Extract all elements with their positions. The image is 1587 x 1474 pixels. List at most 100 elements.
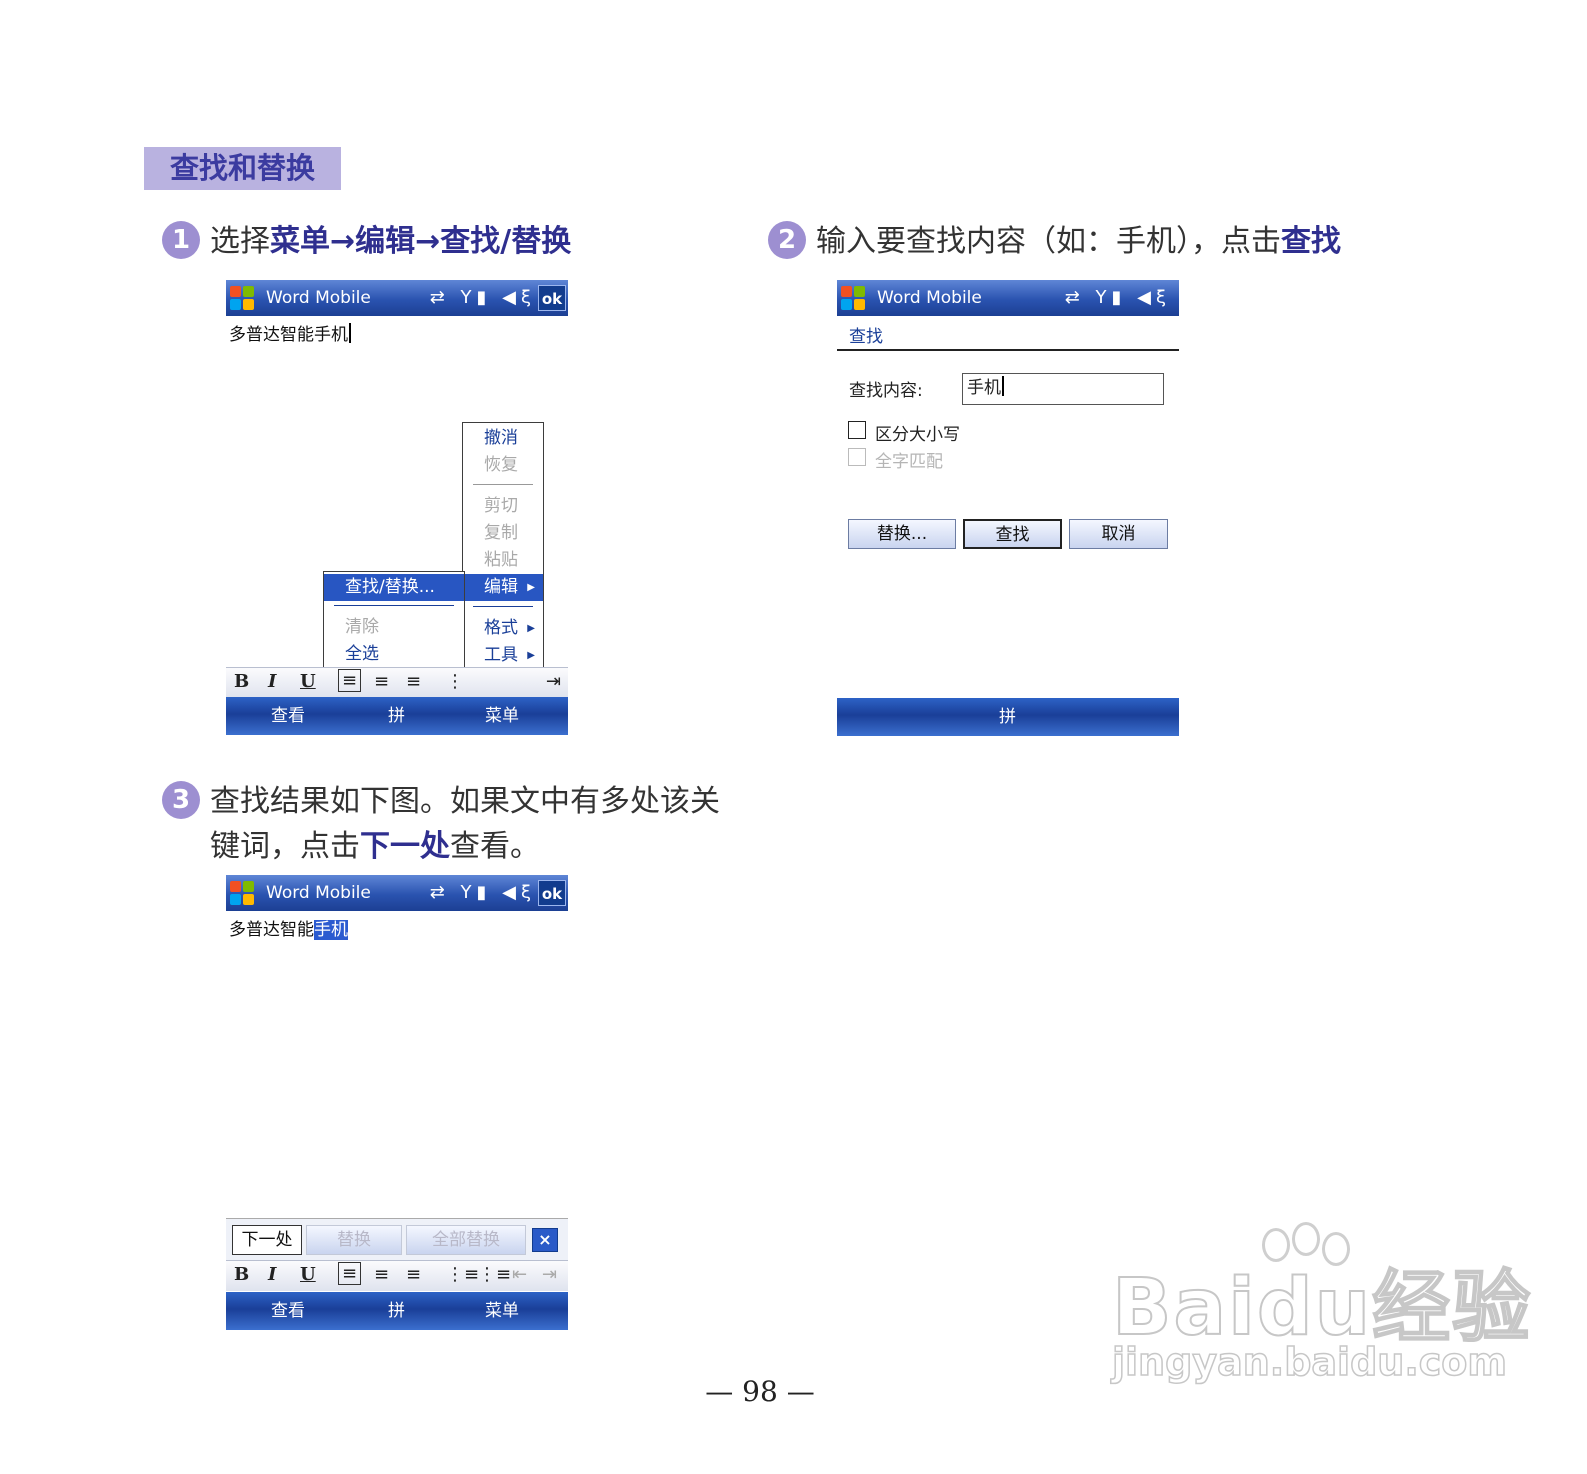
underline-button[interactable]: U [300,671,316,692]
step-3-line-2: 键词，点击下一处查看。 [210,825,540,869]
align-right-icon[interactable]: ≡ [406,671,421,692]
step-2-text: 输入要查找内容（如：手机），点击 [816,224,1281,259]
screen-3-bottom: 下一处 替换 全部替换 × B I U ≡ ≡ ≡ ⋮≡ ⋮≡ ⇤ ⇥ 查看 拼… [226,1218,568,1331]
format-toolbar: B I U ≡ ≡ ≡ ⋮≡ ⋮≡ ⇤ ⇥ [226,1260,568,1291]
title-bar: Word Mobile ⇄ Y▮ ◀ξ [837,280,1179,316]
whole-word-label: 全字匹配 [875,452,943,472]
menu-item-paste[interactable]: 粘贴 [463,547,543,574]
step-1-edit: 编辑 [355,224,416,259]
screen-3-top: Word Mobile ⇄ Y▮ ◀ξ ok 多普达智能手机 [226,875,568,945]
document-text[interactable]: 多普达智能手机 [229,915,348,940]
step-1-arrow-2: → [415,224,441,259]
cancel-button[interactable]: 取消 [1069,519,1168,549]
indent-icon[interactable]: ⇥ [546,671,561,692]
submenu-arrow-icon: ▶ [527,582,535,593]
find-input[interactable]: 手机 [962,373,1164,405]
step-1-number: 1 [162,221,200,259]
step-1-menu: 菜单 [270,224,330,259]
menu-item-tools[interactable]: 工具 ▶ [463,642,543,669]
italic-button[interactable]: I [268,1264,276,1285]
menu-item-tools-label: 工具 [484,645,518,665]
bulleted-list-icon[interactable]: ⋮≡ [478,1264,511,1285]
ok-button[interactable]: ok [538,285,566,311]
app-title: Word Mobile [266,288,371,308]
bold-button[interactable]: B [234,671,249,692]
step-2-find: 查找 [1281,224,1341,259]
menu-separator [473,606,533,607]
title-bar: Word Mobile ⇄ Y▮ ◀ξ ok [226,280,568,316]
softkey-bar: 拼 [837,698,1179,736]
find-input-value: 手机 [967,378,1001,398]
softkey-input[interactable]: 拼 [999,698,1016,736]
step-3-next: 下一处 [360,829,450,864]
step-3: 3 查找结果如下图。如果文中有多处该关 [162,780,720,824]
align-right-icon[interactable]: ≡ [406,1264,421,1285]
align-left-icon[interactable]: ≡ [338,669,362,692]
softkey-view[interactable]: 查看 [271,1292,305,1330]
softkey-bar: 查看 拼 菜单 [226,1292,568,1330]
menu-item-undo[interactable]: 撤消 [463,425,543,452]
softkey-input[interactable]: 拼 [388,697,405,735]
windows-start-icon[interactable] [841,286,865,310]
step-2: 2 输入要查找内容（如：手机），点击查找 [768,220,1341,264]
step-1-arrow-1: → [330,224,356,259]
document-content: 多普达智能手机 [229,325,348,345]
menu-item-find-replace[interactable]: 查找/替换... [324,574,464,601]
menu-item-redo[interactable]: 恢复 [463,452,543,479]
softkey-menu[interactable]: 菜单 [485,697,519,735]
align-left-icon[interactable]: ≡ [338,1262,362,1285]
edit-submenu: 查找/替换... 清除 全选 [323,571,465,669]
status-icons: ⇄ Y▮ ◀ξ [429,882,536,903]
app-title: Word Mobile [266,883,371,903]
find-bar: 下一处 替换 全部替换 × [226,1218,568,1261]
step-1-text: 选择 [210,224,270,259]
find-label: 查找内容: [849,381,923,401]
text-caret [1002,376,1004,396]
match-case-label: 区分大小写 [875,425,960,445]
align-center-icon[interactable]: ≡ [374,1264,389,1285]
windows-start-icon[interactable] [230,286,254,310]
step-1-find: 查找/替换 [440,224,572,259]
italic-button[interactable]: I [268,671,276,692]
menu-item-copy[interactable]: 复制 [463,520,543,547]
whole-word-checkbox[interactable] [848,448,866,466]
underline-button[interactable]: U [300,1264,316,1285]
app-title: Word Mobile [877,288,982,308]
indent-icon[interactable]: ⇥ [542,1264,557,1285]
windows-start-icon[interactable] [230,881,254,905]
outdent-icon[interactable]: ⇤ [512,1264,527,1285]
menu-item-cut[interactable]: 剪切 [463,493,543,520]
replace-all-button[interactable]: 全部替换 [406,1225,526,1255]
screen-1: Word Mobile ⇄ Y▮ ◀ξ ok 多普达智能手机 撤消 恢复 剪切 … [226,280,568,735]
step-3-number: 3 [162,781,200,819]
numbered-list-icon[interactable]: ⋮≡ [446,1264,479,1285]
menu-item-edit[interactable]: 编辑 ▶ [463,574,543,601]
find-button[interactable]: 查找 [963,519,1062,549]
menu-item-clear[interactable]: 清除 [324,614,464,641]
step-3-line-1: 查找结果如下图。如果文中有多处该关 [210,784,720,819]
watermark-url: jingyan.baidu.com [1111,1339,1508,1385]
softkey-menu[interactable]: 菜单 [485,1292,519,1330]
search-match: 手机 [314,920,348,940]
next-button[interactable]: 下一处 [232,1225,302,1255]
softkey-input[interactable]: 拼 [388,1292,405,1330]
close-icon[interactable]: × [532,1228,558,1252]
text-caret [349,323,351,343]
section-title: 查找和替换 [144,147,341,190]
menu-item-format[interactable]: 格式 ▶ [463,615,543,642]
softkey-view[interactable]: 查看 [271,697,305,735]
submenu-arrow-icon: ▶ [527,623,535,634]
match-case-checkbox[interactable] [848,421,866,439]
numbered-list-icon[interactable]: ⋮ [446,671,464,692]
main-menu: 撤消 恢复 剪切 复制 粘贴 编辑 ▶ 格式 ▶ 工具 ▶ [462,422,544,674]
title-divider [837,349,1179,351]
replace-button[interactable]: 替换... [848,519,956,549]
ok-button[interactable]: ok [538,880,566,906]
menu-separator [334,605,454,606]
align-center-icon[interactable]: ≡ [374,671,389,692]
bold-button[interactable]: B [234,1264,249,1285]
replace-button[interactable]: 替换 [306,1225,402,1255]
document-text[interactable]: 多普达智能手机 [229,320,351,345]
menu-item-select-all[interactable]: 全选 [324,641,464,668]
menu-item-format-label: 格式 [484,618,518,638]
